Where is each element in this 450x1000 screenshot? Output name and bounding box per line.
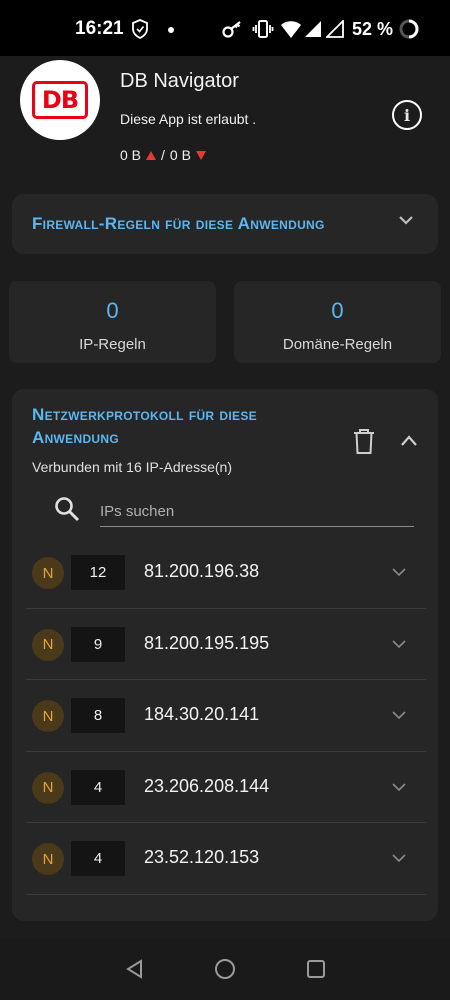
notification-dot-icon: [168, 27, 174, 33]
arrow-down-icon: [195, 150, 206, 160]
ip-row[interactable]: N 9 81.200.195.195: [26, 609, 426, 680]
ip-search-input[interactable]: [100, 497, 414, 527]
ip-row[interactable]: N 4 23.206.208.144: [26, 752, 426, 823]
trash-icon[interactable]: [352, 427, 376, 455]
network-log-card: Netzwerkprotokoll für diese Anwendung Ve…: [12, 389, 438, 921]
back-icon[interactable]: [124, 958, 146, 980]
arrow-up-icon: [146, 150, 157, 160]
chevron-down-icon[interactable]: [392, 567, 406, 577]
chevron-down-icon[interactable]: [392, 853, 406, 863]
signal-icon: [326, 20, 344, 38]
ip-address: 184.30.20.141: [144, 704, 260, 724]
traffic-up-value: 0 B: [120, 147, 142, 163]
ip-rules-label: IP-Regeln: [79, 336, 146, 353]
info-icon: i: [403, 105, 411, 125]
ip-address: 81.200.196.38: [144, 561, 260, 581]
domain-rules-count: 0: [331, 298, 344, 323]
info-button[interactable]: i: [392, 100, 422, 130]
status-badge: N: [32, 843, 64, 875]
chevron-down-icon[interactable]: [392, 639, 406, 649]
home-icon[interactable]: [214, 958, 236, 980]
chevron-up-icon[interactable]: [400, 433, 418, 449]
domain-rules-label: Domäne-Regeln: [282, 336, 393, 353]
ip-address: 23.52.120.153: [144, 847, 260, 867]
ip-rules-tile[interactable]: 0 IP-Regeln: [9, 281, 216, 363]
network-log-title: Netzwerkprotokoll für diese Anwendung: [32, 405, 257, 447]
firewall-rules-card[interactable]: Firewall-Regeln für diese Anwendung: [12, 194, 438, 254]
status-badge: N: [32, 557, 64, 589]
connection-count: 4: [71, 841, 125, 876]
chevron-down-icon[interactable]: [392, 782, 406, 792]
ip-list: N 12 81.200.196.38 N 9 81.200.195.195 N …: [26, 537, 426, 895]
battery-icon: [399, 19, 419, 39]
app-permission-status: Diese App ist erlaubt .: [120, 111, 257, 127]
status-badge: N: [32, 700, 64, 732]
traffic-down-value: 0 B: [169, 147, 191, 163]
network-log-subtitle: Verbunden mit 16 IP-Adresse(n): [32, 459, 232, 475]
key-icon: [222, 21, 241, 38]
recents-icon[interactable]: [305, 958, 327, 980]
battery-percent: 52 %: [352, 19, 394, 39]
ip-address: 23.206.208.144: [144, 775, 270, 796]
shield-icon: [132, 19, 148, 39]
vibrate-icon: [252, 20, 274, 38]
signal-icon: [305, 21, 321, 37]
system-nav-bar: [0, 938, 450, 1000]
connection-count: 9: [71, 626, 125, 662]
status-badge: N: [32, 628, 64, 661]
connection-count: 8: [71, 698, 125, 733]
status-time: 16:21: [75, 18, 124, 39]
firewall-rules-title: Firewall-Regeln für diese Anwendung: [32, 214, 325, 233]
app-name: DB Navigator: [120, 70, 239, 92]
ip-rules-count: 0: [106, 298, 119, 323]
ip-row[interactable]: N 8 184.30.20.141: [26, 680, 426, 752]
domain-rules-tile[interactable]: 0 Domäne-Regeln: [234, 281, 441, 363]
search-icon: [55, 497, 80, 522]
status-badge: N: [32, 771, 64, 804]
traffic-separator: /: [161, 147, 165, 163]
app-logo: DB: [20, 60, 100, 140]
chevron-down-icon[interactable]: [392, 710, 406, 720]
connection-count: 4: [71, 769, 125, 805]
traffic-summary: 0 B / 0 B: [120, 147, 206, 163]
ip-row[interactable]: N 12 81.200.196.38: [26, 537, 426, 609]
ip-address: 81.200.195.195: [144, 632, 270, 653]
connection-count: 12: [71, 555, 125, 590]
chevron-down-icon[interactable]: [398, 212, 414, 228]
ip-row[interactable]: N 4 23.52.120.153: [26, 823, 426, 895]
wifi-icon: [281, 21, 301, 38]
status-bar: 16:21 52 %: [0, 0, 450, 56]
db-logo-mark: DB: [32, 81, 88, 119]
